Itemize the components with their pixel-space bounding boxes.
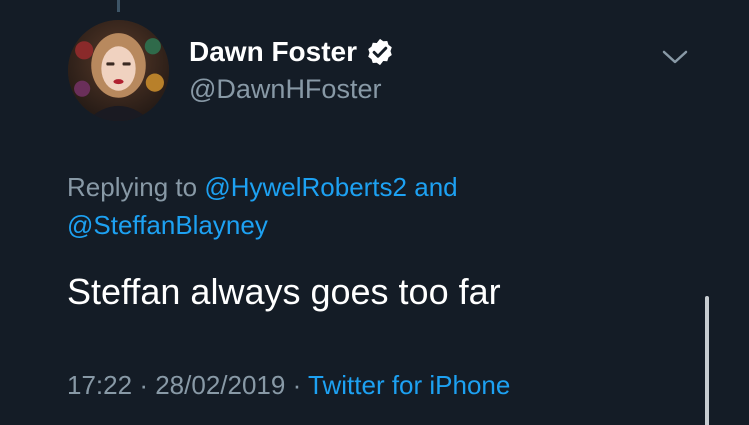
avatar-image	[68, 20, 169, 121]
thread-connector-line	[117, 0, 120, 12]
chevron-down-icon[interactable]	[660, 46, 690, 68]
tweet-source-link[interactable]: Twitter for iPhone	[308, 370, 510, 400]
mention-link[interactable]: @HywelRoberts2	[204, 172, 407, 202]
author-name-row[interactable]: Dawn Foster	[189, 34, 395, 70]
meta-separator: ·	[139, 370, 148, 400]
mention-link[interactable]: @SteffanBlayney	[67, 210, 268, 240]
tweet-metadata: 17:22 · 28/02/2019 · Twitter for iPhone	[67, 366, 510, 404]
reply-conjunction: and	[414, 172, 458, 202]
tweet-time: 17:22	[67, 370, 133, 400]
meta-separator: ·	[292, 370, 302, 400]
reply-prefix: Replying to	[67, 172, 198, 202]
reply-context: Replying to @HywelRoberts2 and @SteffanB…	[67, 168, 627, 244]
tweet-text: Steffan always goes too far	[67, 271, 501, 312]
author-handle[interactable]: @DawnHFoster	[189, 72, 381, 106]
author-display-name[interactable]: Dawn Foster	[189, 34, 357, 70]
tweet-detail-screen: Dawn Foster @DawnHFoster Replying to @Hy…	[0, 0, 749, 425]
scrollbar[interactable]	[705, 296, 709, 425]
avatar[interactable]	[68, 20, 169, 121]
verified-badge-icon	[365, 37, 395, 67]
tweet-date: 28/02/2019	[155, 370, 286, 400]
